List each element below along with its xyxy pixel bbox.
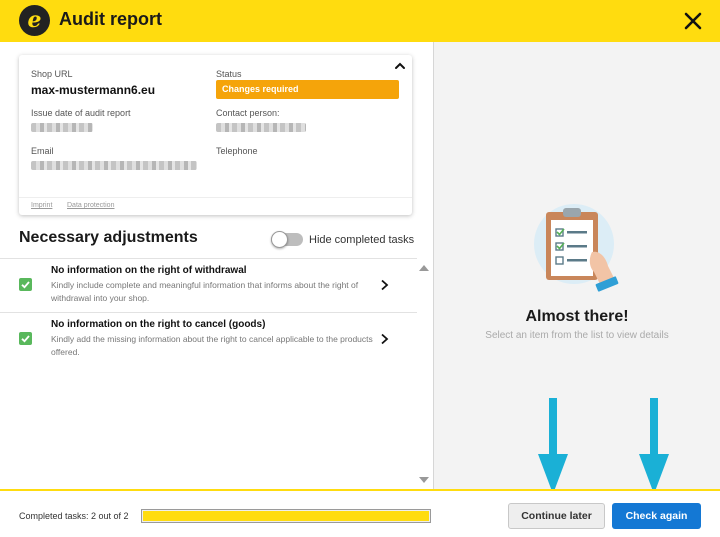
contact-person-label: Contact person: — [216, 108, 280, 118]
shop-url-label: Shop URL — [31, 69, 73, 79]
scroll-up-arrow-icon[interactable] — [418, 263, 430, 272]
hide-completed-label: Hide completed tasks — [309, 234, 415, 246]
close-icon[interactable] — [680, 8, 706, 34]
continue-later-button[interactable]: Continue later — [508, 503, 605, 529]
header-bar: e Audit report — [0, 0, 720, 42]
list-item[interactable]: No information on the right to cancel (g… — [0, 313, 413, 366]
list-item-description: Kindly add the missing information about… — [51, 334, 373, 357]
detail-subtext: Select an item from the list to view det… — [485, 330, 669, 341]
contact-person-redacted — [216, 123, 306, 132]
list-item[interactable]: No information on the right of withdrawa… — [0, 259, 413, 312]
progress-fill — [143, 511, 429, 521]
shop-info-card: Shop URL max-mustermann6.eu Status Chang… — [19, 55, 412, 215]
progress-bar — [141, 509, 431, 523]
data-protection-link[interactable]: Data protection — [67, 202, 114, 209]
card-divider — [19, 197, 412, 198]
status-badge: Changes required — [216, 80, 399, 99]
list-item-title: No information on the right to cancel (g… — [51, 319, 266, 330]
shop-url-value: max-mustermann6.eu — [31, 83, 156, 97]
telephone-label: Telephone — [216, 146, 258, 156]
left-panel: Shop URL max-mustermann6.eu Status Chang… — [0, 42, 433, 489]
toggle-knob — [271, 231, 288, 248]
imprint-link[interactable]: Imprint — [31, 202, 52, 209]
email-redacted — [31, 161, 197, 170]
checkbox-checked-icon[interactable] — [19, 278, 32, 291]
dialog-title: Audit report — [59, 9, 162, 29]
section-title: Necessary adjustments — [19, 229, 198, 246]
progress-label: Completed tasks: 2 out of 2 — [19, 511, 129, 521]
issue-date-redacted — [31, 123, 93, 132]
list-item-description: Kindly include complete and meaningful i… — [51, 280, 359, 303]
email-label: Email — [31, 146, 54, 156]
trusted-shops-logo-icon: e — [19, 5, 50, 36]
checkbox-checked-icon[interactable] — [19, 332, 32, 345]
detail-heading: Almost there! — [525, 308, 629, 325]
annotation-arrow-down-icon — [538, 398, 568, 494]
footer-bar: Completed tasks: 2 out of 2 Continue lat… — [0, 491, 720, 537]
list-item-title: No information on the right of withdrawa… — [51, 265, 247, 276]
chevron-right-icon — [381, 333, 389, 345]
status-label: Status — [216, 69, 242, 79]
clipboard-checklist-icon — [534, 204, 619, 292]
annotation-arrow-down-icon — [639, 398, 669, 494]
issue-date-label: Issue date of audit report — [31, 108, 131, 118]
chevron-right-icon — [381, 279, 389, 291]
scroll-down-arrow-icon[interactable] — [418, 476, 430, 485]
check-again-button[interactable]: Check again — [612, 503, 701, 529]
detail-panel: Almost there! Select an item from the li… — [434, 42, 720, 494]
chevron-up-icon[interactable] — [393, 61, 407, 71]
hide-completed-toggle[interactable] — [271, 231, 303, 248]
